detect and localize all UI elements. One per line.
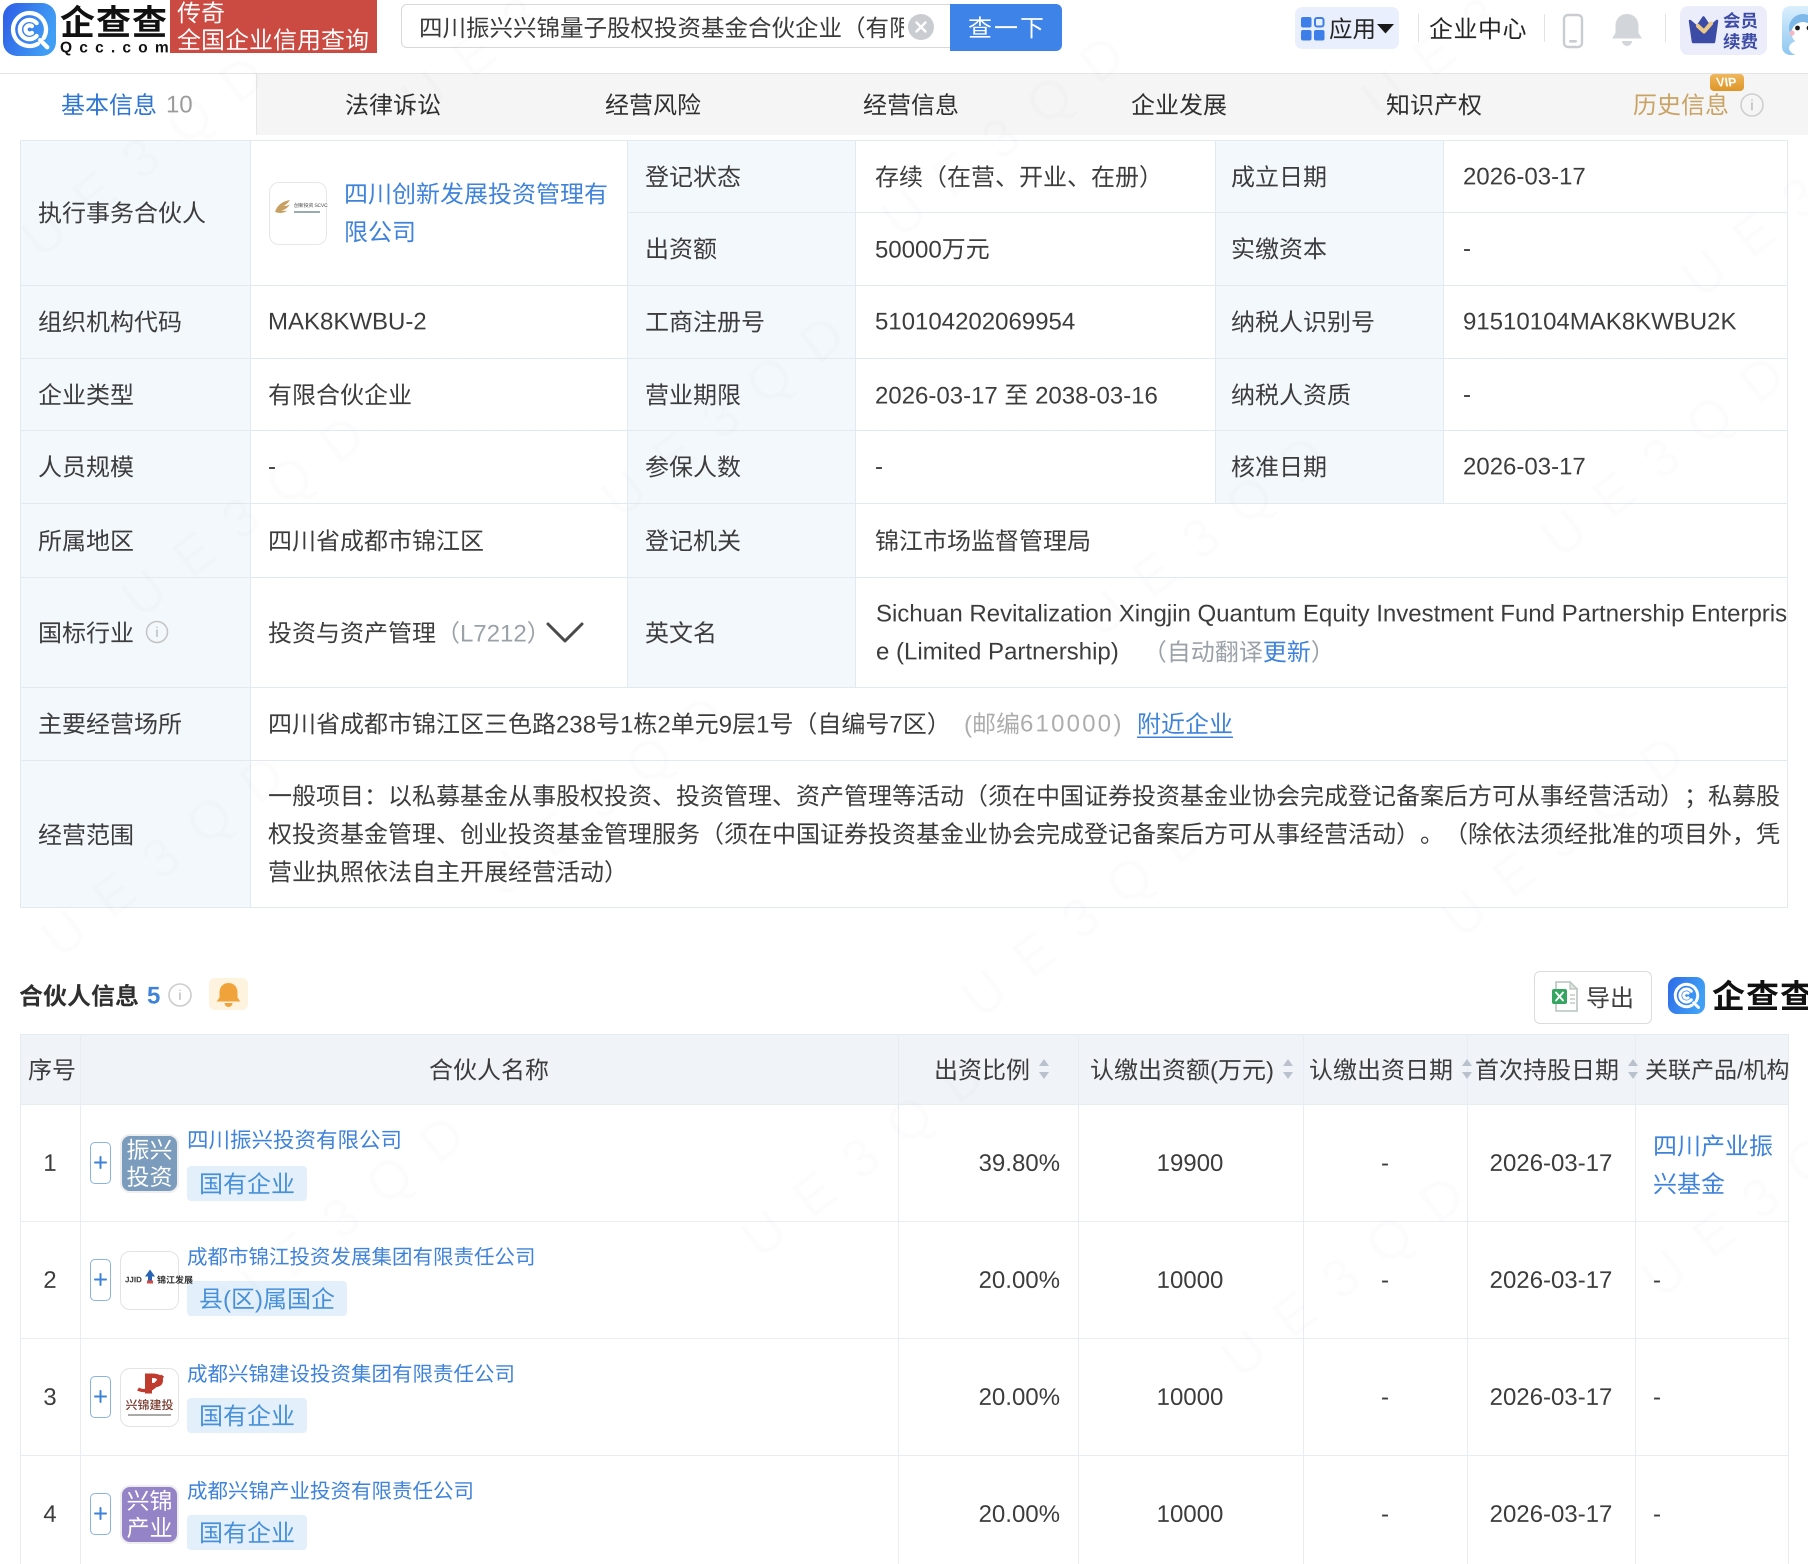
svg-text:UE3QD: UE3QD <box>1210 1148 1496 1390</box>
